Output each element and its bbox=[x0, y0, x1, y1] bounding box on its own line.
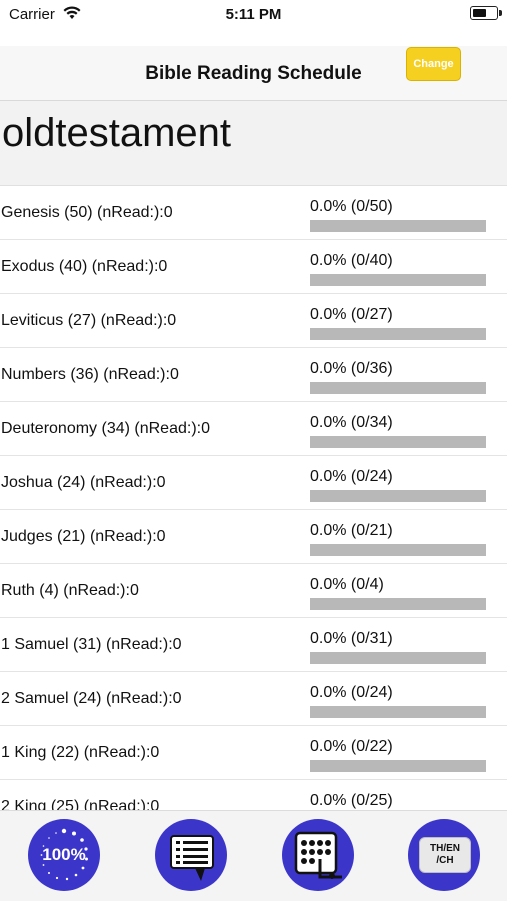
book-row[interactable]: Deuteronomy (34) (nRead:):0 0.0% (0/34) bbox=[0, 402, 507, 456]
book-percent-label: 0.0% (0/40) bbox=[310, 252, 393, 269]
book-percent-label: 0.0% (0/25) bbox=[310, 792, 393, 809]
book-percent-label: 0.0% (0/24) bbox=[310, 468, 393, 485]
book-progress-bar bbox=[310, 652, 486, 664]
status-bar: Carrier 5:11 PM bbox=[0, 0, 507, 46]
book-percent-label: 0.0% (0/21) bbox=[310, 522, 393, 539]
navigation-bar: Bible Reading Schedule Change bbox=[0, 46, 507, 101]
language-icon: TH/EN /CH bbox=[419, 837, 471, 873]
progress-percent-label: 100% bbox=[42, 845, 86, 864]
book-percent-label: 0.0% (0/27) bbox=[310, 306, 393, 323]
book-progress-bar bbox=[310, 274, 486, 286]
book-row[interactable]: 1 Samuel (31) (nRead:):0 0.0% (0/31) bbox=[0, 618, 507, 672]
book-name-label: Joshua (24) (nRead:):0 bbox=[1, 474, 166, 491]
book-name-label: Exodus (40) (nRead:):0 bbox=[1, 258, 168, 275]
book-percent-label: 0.0% (0/22) bbox=[310, 738, 393, 755]
book-name-label: 2 King (25) (nRead:):0 bbox=[1, 798, 160, 810]
book-percent-label: 0.0% (0/4) bbox=[310, 576, 384, 593]
book-progress-bar bbox=[310, 328, 486, 340]
book-row[interactable]: Ruth (4) (nRead:):0 0.0% (0/4) bbox=[0, 564, 507, 618]
language-label: TH/EN /CH bbox=[430, 843, 460, 866]
book-name-label: Leviticus (27) (nRead:):0 bbox=[1, 312, 177, 329]
book-percent-label: 0.0% (0/31) bbox=[310, 630, 393, 647]
book-progress-bar bbox=[310, 220, 486, 232]
list-chat-icon bbox=[170, 835, 214, 881]
section-title: oldtestament bbox=[2, 111, 232, 155]
book-progress-bar bbox=[310, 760, 486, 772]
book-percent-label: 0.0% (0/50) bbox=[310, 198, 393, 215]
language-tab-button[interactable]: TH/EN /CH bbox=[408, 819, 480, 891]
book-percent-label: 0.0% (0/24) bbox=[310, 684, 393, 701]
book-name-label: 1 King (22) (nRead:):0 bbox=[1, 744, 160, 761]
status-time: 5:11 PM bbox=[225, 6, 282, 23]
book-row[interactable]: Leviticus (27) (nRead:):0 0.0% (0/27) bbox=[0, 294, 507, 348]
section-header: oldtestament bbox=[0, 101, 507, 186]
book-name-label: Ruth (4) (nRead:):0 bbox=[1, 582, 139, 599]
battery-icon bbox=[470, 6, 502, 20]
change-button[interactable]: Change bbox=[406, 47, 461, 81]
book-name-label: Deuteronomy (34) (nRead:):0 bbox=[1, 420, 210, 437]
book-progress-bar bbox=[310, 706, 486, 718]
book-progress-bar bbox=[310, 598, 486, 610]
book-percent-label: 0.0% (0/34) bbox=[310, 414, 393, 431]
book-list[interactable]: Genesis (50) (nRead:):0 0.0% (0/50) Exodus… bbox=[0, 186, 507, 810]
progress-tab-button[interactable]: 100% bbox=[28, 819, 100, 891]
book-percent-label: 0.0% (0/36) bbox=[310, 360, 393, 377]
book-row[interactable]: Numbers (36) (nRead:):0 0.0% (0/36) bbox=[0, 348, 507, 402]
calendar-grid-icon bbox=[294, 831, 342, 879]
book-row[interactable]: Joshua (24) (nRead:):0 0.0% (0/24) bbox=[0, 456, 507, 510]
book-name-label: Genesis (50) (nRead:):0 bbox=[1, 204, 173, 221]
book-name-label: Numbers (36) (nRead:):0 bbox=[1, 366, 179, 383]
book-row[interactable]: Judges (21) (nRead:):0 0.0% (0/21) bbox=[0, 510, 507, 564]
book-row[interactable]: Genesis (50) (nRead:):0 0.0% (0/50) bbox=[0, 186, 507, 240]
book-name-label: 2 Samuel (24) (nRead:):0 bbox=[1, 690, 182, 707]
book-progress-bar bbox=[310, 436, 486, 448]
book-name-label: 1 Samuel (31) (nRead:):0 bbox=[1, 636, 182, 653]
book-row[interactable]: 2 King (25) (nRead:):0 0.0% (0/25) bbox=[0, 780, 507, 810]
book-progress-bar bbox=[310, 490, 486, 502]
book-name-label: Judges (21) (nRead:):0 bbox=[1, 528, 166, 545]
book-progress-bar bbox=[310, 544, 486, 556]
book-row[interactable]: 2 Samuel (24) (nRead:):0 0.0% (0/24) bbox=[0, 672, 507, 726]
book-progress-bar bbox=[310, 382, 486, 394]
calendar-tab-button[interactable] bbox=[282, 819, 354, 891]
book-row[interactable]: Exodus (40) (nRead:):0 0.0% (0/40) bbox=[0, 240, 507, 294]
book-row[interactable]: 1 King (22) (nRead:):0 0.0% (0/22) bbox=[0, 726, 507, 780]
reading-list-tab-button[interactable] bbox=[155, 819, 227, 891]
tab-bar: 100% TH/EN /CH bbox=[0, 810, 507, 901]
